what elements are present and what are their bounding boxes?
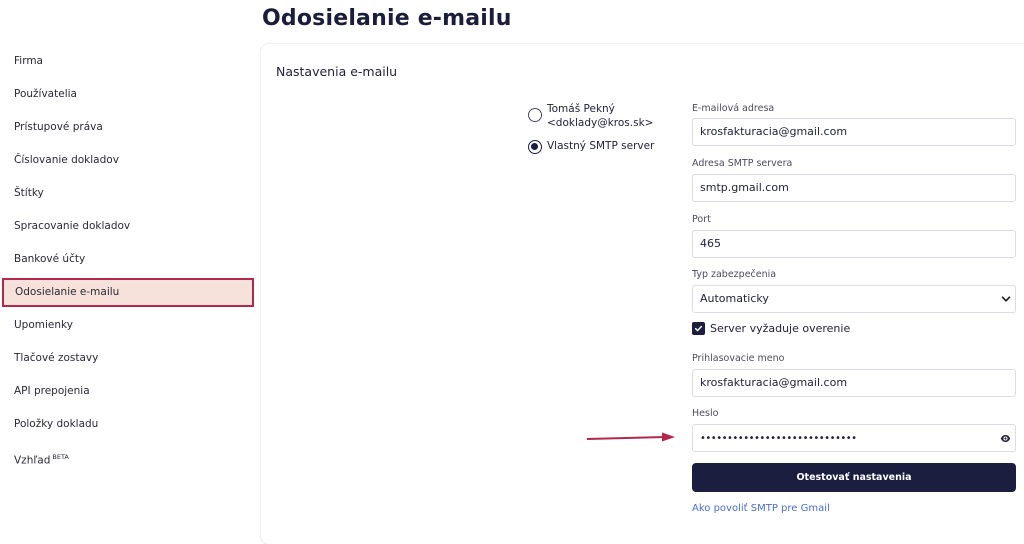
smtp-label: Adresa SMTP servera [692, 158, 793, 169]
radio-smtp-label: Vlastný SMTP server [547, 140, 655, 152]
port-field[interactable]: 465 [692, 230, 1016, 258]
sidebar-item-label: Vzhľad [14, 454, 51, 467]
radio-button[interactable] [528, 108, 542, 122]
smtp-server-field[interactable]: smtp.gmail.com [692, 174, 1016, 202]
sidebar-item-document-numbering[interactable]: Číslovanie dokladov [0, 145, 256, 175]
page-title: Odosielanie e-mailu [262, 6, 512, 31]
password-field[interactable]: ••••••••••••••••••••••••••••• [692, 424, 1016, 452]
sidebar-item-appearance[interactable]: Vzhľad BETA [0, 442, 256, 472]
sidebar-item-tags[interactable]: Štítky [0, 178, 256, 208]
security-select-value: Automaticky [700, 292, 769, 305]
card-title: Nastavenia e-mailu [276, 64, 398, 79]
auth-checkbox-row[interactable]: Server vyžaduje overenie [692, 322, 850, 335]
email-label: E-mailová adresa [692, 103, 775, 114]
check-icon [694, 325, 703, 332]
chevron-down-icon [1001, 296, 1011, 302]
email-field[interactable]: krosfakturacia@gmail.com [692, 118, 1016, 146]
smtp-gmail-help-link[interactable]: Ako povoliť SMTP pre Gmail [692, 503, 830, 514]
radio-default-label: Tomáš Pekný <doklady@kros.sk> [547, 102, 653, 130]
test-settings-button[interactable]: Otestovať nastavenia [692, 463, 1016, 492]
sidebar-item-reminders[interactable]: Upomienky [0, 310, 256, 340]
sidebar-item-api-connections[interactable]: API prepojenia [0, 376, 256, 406]
sidebar-item-email-sending[interactable]: Odosielanie e-mailu [2, 278, 254, 307]
annotation-arrow-icon [586, 432, 675, 442]
sidebar-item-document-items[interactable]: Položky dokladu [0, 409, 256, 439]
login-field[interactable]: krosfakturacia@gmail.com [692, 369, 1016, 397]
security-select[interactable]: Automaticky [692, 285, 1016, 313]
sidebar-item-document-processing[interactable]: Spracovanie dokladov [0, 211, 256, 241]
password-label: Heslo [692, 408, 719, 419]
sender-email: <doklady@kros.sk> [547, 117, 654, 129]
auth-checkbox[interactable] [692, 322, 705, 335]
radio-smtp-server[interactable]: Vlastný SMTP server [528, 139, 654, 154]
login-label: Prihlasovacie meno [692, 353, 785, 364]
password-value: ••••••••••••••••••••••••••••• [700, 433, 857, 444]
sender-name: Tomáš Pekný [547, 103, 615, 115]
eye-icon[interactable] [1000, 433, 1011, 444]
radio-button-checked[interactable] [528, 140, 542, 154]
sidebar-item-users[interactable]: Používatelia [0, 79, 256, 109]
port-label: Port [692, 214, 711, 225]
sidebar-item-access-rights[interactable]: Prístupové práva [0, 112, 256, 142]
sidebar-item-firma[interactable]: Firma [0, 46, 256, 76]
security-label: Typ zabezpečenia [692, 269, 777, 280]
auth-checkbox-label: Server vyžaduje overenie [710, 322, 851, 335]
radio-default-sender[interactable]: Tomáš Pekný <doklady@kros.sk> [528, 102, 653, 130]
sidebar-item-bank-accounts[interactable]: Bankové účty [0, 244, 256, 274]
beta-badge: BETA [52, 453, 69, 461]
sidebar-item-print-reports[interactable]: Tlačové zostavy [0, 343, 256, 373]
